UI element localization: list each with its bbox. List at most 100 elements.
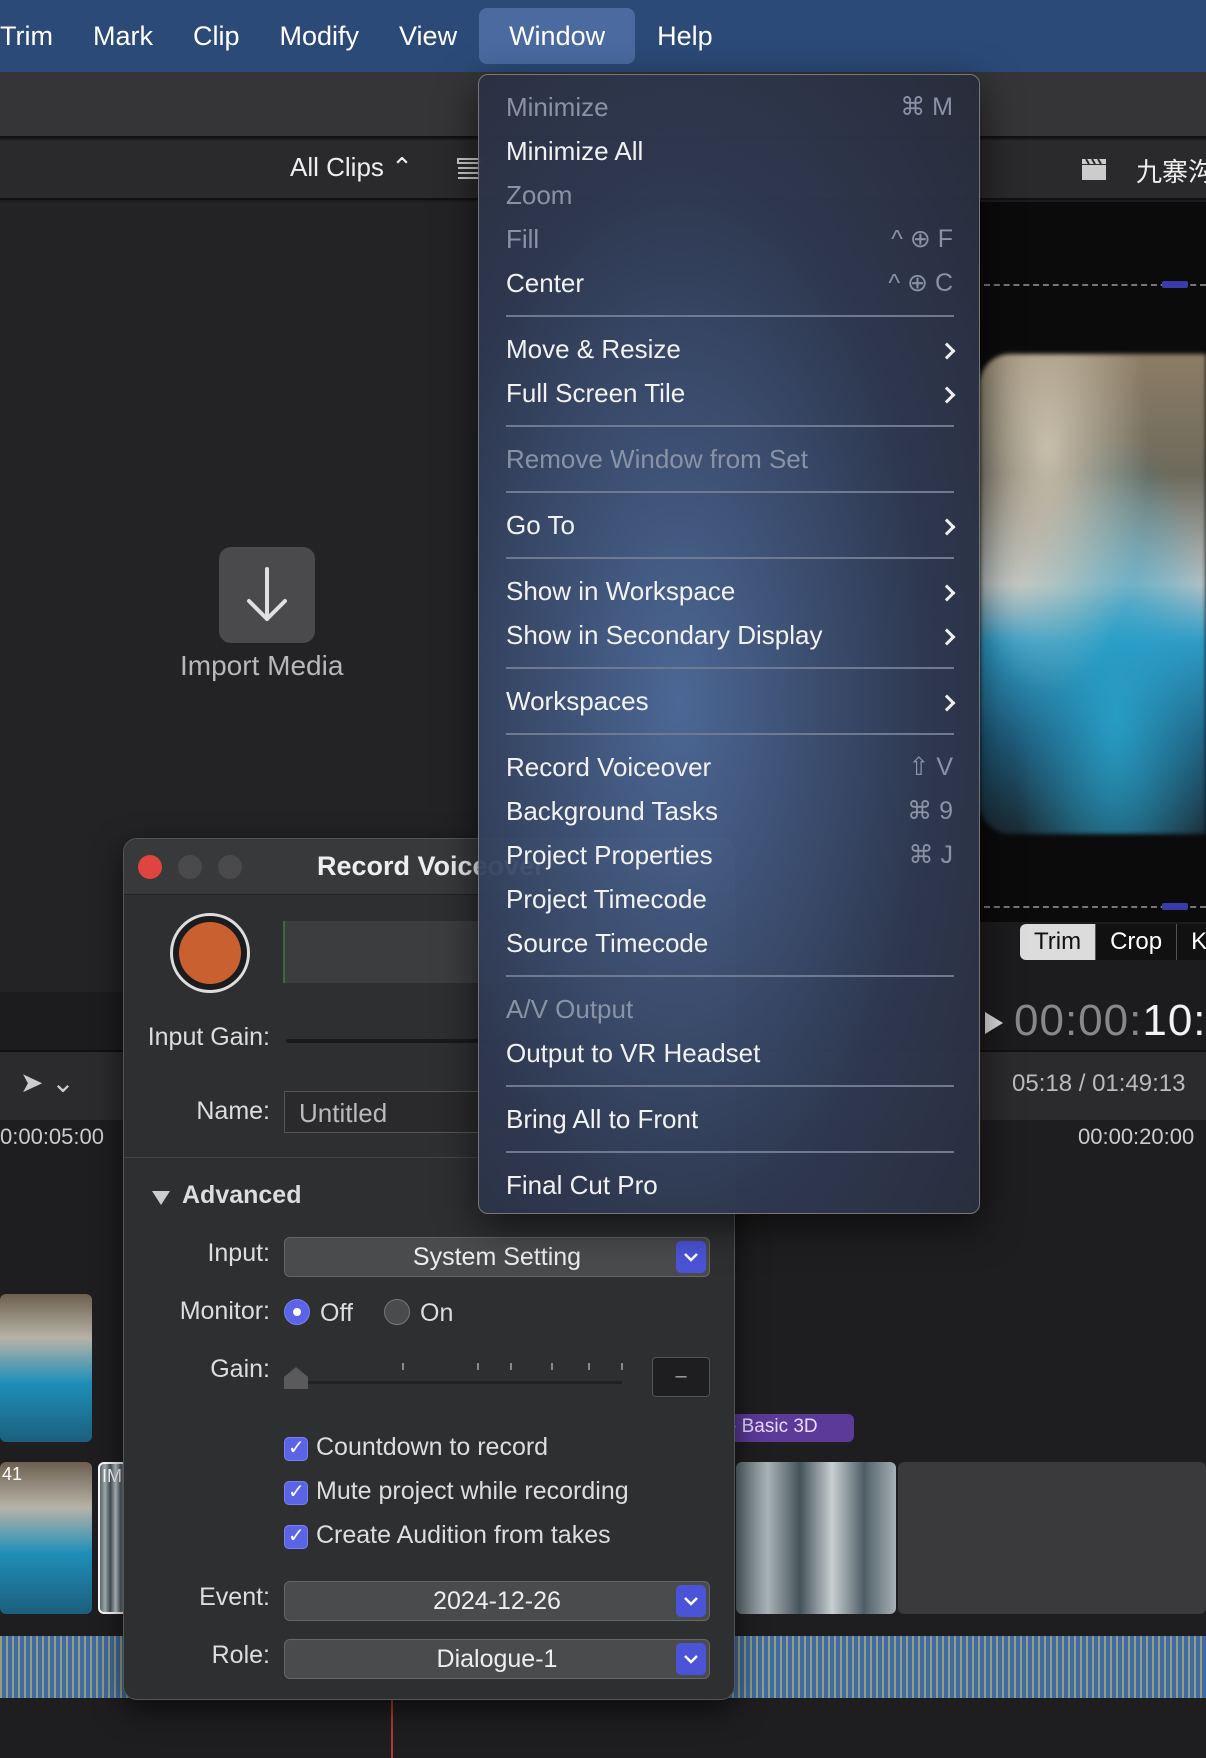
viewer-handle-bottom[interactable] [1162,903,1188,910]
import-media-label: Import Media [180,650,344,681]
menu-mark[interactable]: Mark [73,8,173,64]
effect-label: Basic 3D [741,1416,818,1437]
menu-item-project-properties[interactable]: Project Properties [506,840,713,871]
menu-separator [506,975,954,977]
create-audition-checkbox[interactable] [284,1523,308,1549]
gain-value-field[interactable]: – [652,1357,710,1397]
advanced-toggle[interactable]: Advanced [182,1181,301,1210]
menu-item-workspaces[interactable]: Workspaces [506,686,649,717]
slider-tick [477,1363,479,1370]
mute-project-checkbox[interactable] [284,1479,308,1505]
menu-item-minimize-all[interactable]: Minimize All [506,136,643,167]
ruler-label-right: 00:00:20:00 [1078,1124,1195,1149]
minimize-icon[interactable] [178,855,202,879]
menu-item-go-to[interactable]: Go To [506,510,575,541]
event-label: Event: [199,1583,270,1611]
submenu-chevron-icon [938,628,956,646]
role-select-value: Dialogue-1 [436,1645,558,1673]
zoom-icon[interactable] [218,855,242,879]
slider-tick [510,1363,512,1370]
menu-help[interactable]: Help [637,8,733,64]
select-tool-icon[interactable]: ➤ ⌄ [20,1066,75,1099]
event-select-value: 2024-12-26 [433,1587,561,1615]
menu-separator [506,491,954,493]
input-select[interactable]: System Setting [284,1237,710,1277]
shortcut-minimize: ⌘ M [900,93,953,121]
menu-item-project-timecode[interactable]: Project Timecode [506,884,707,915]
menu-item-show-in-workspace[interactable]: Show in Workspace [506,576,735,607]
monitor-off-radio[interactable] [284,1299,310,1325]
menu-item-fill[interactable]: Fill [506,224,539,255]
menu-separator [506,667,954,669]
input-select-value: System Setting [412,1243,582,1271]
timeline-clip[interactable]: 41 [0,1462,92,1614]
menu-item-background-tasks[interactable]: Background Tasks [506,796,718,827]
window-menu: Minimize ⌘ M Minimize All Zoom Fill ^ ⊕ … [478,74,980,1214]
clip-label: IM [102,1466,122,1486]
submenu-chevron-icon [938,386,956,404]
close-icon[interactable] [138,855,162,879]
menu-separator [506,425,954,427]
menu-separator [506,1085,954,1087]
clip-filter-popup[interactable]: All Clips ⌃ [290,152,413,183]
monitor-on-label: On [420,1299,454,1327]
menu-item-output-to-vr-headset[interactable]: Output to VR Headset [506,1038,760,1069]
monitor-off-label: Off [320,1299,353,1327]
crop-mode-button[interactable]: Crop [1096,924,1178,960]
countdown-label: Countdown to record [316,1433,549,1461]
menu-item-remove-window-from-set[interactable]: Remove Window from Set [506,444,808,475]
menu-item-full-screen-tile[interactable]: Full Screen Tile [506,378,685,409]
submenu-chevron-icon [938,694,956,712]
gain-slider-thumb[interactable] [284,1367,308,1389]
menu-separator [506,733,954,735]
disclosure-triangle-icon[interactable] [152,1191,170,1205]
play-icon[interactable] [985,1012,1003,1034]
gain-slider-track[interactable] [284,1381,622,1384]
timeline-clip[interactable] [736,1462,896,1614]
effect-badge[interactable]: › Basic 3D [720,1414,854,1442]
timeline-duration: 05:18 / 01:49:13 [1012,1070,1186,1097]
viewer-handle-top[interactable] [1162,281,1188,288]
transform-mode-control: Trim Crop K [1020,924,1206,960]
menu-item-final-cut-pro[interactable]: Final Cut Pro [506,1170,658,1201]
menu-item-av-output[interactable]: A/V Output [506,994,633,1025]
shortcut-fill: ^ ⊕ F [891,225,953,253]
playhead[interactable] [391,1698,393,1758]
menu-item-bring-all-to-front[interactable]: Bring All to Front [506,1104,698,1135]
submenu-chevron-icon [938,342,956,360]
menu-modify[interactable]: Modify [260,8,380,64]
role-select[interactable]: Dialogue-1 [284,1639,710,1679]
menu-item-show-in-secondary-display[interactable]: Show in Secondary Display [506,620,823,651]
input-gain-label: Input Gain: [147,1023,270,1051]
menu-item-source-timecode[interactable]: Source Timecode [506,928,708,959]
slider-tick [551,1363,553,1370]
timeline-clip[interactable] [0,1294,92,1442]
menu-item-zoom[interactable]: Zoom [506,180,572,211]
ken-burns-mode-button[interactable]: K [1177,924,1206,960]
role-label: Role: [211,1641,270,1669]
import-media-button[interactable] [219,547,315,643]
menu-item-record-voiceover[interactable]: Record Voiceover [506,752,711,783]
menu-item-minimize[interactable]: Minimize [506,92,609,123]
menu-trim[interactable]: Trim [0,8,73,64]
record-icon [179,922,241,984]
record-button[interactable] [170,913,250,993]
menu-item-move-resize[interactable]: Move & Resize [506,334,681,365]
timecode-bright: 10: [1142,996,1206,1045]
clapperboard-icon[interactable] [1080,156,1108,182]
chevron-down-icon [676,1585,706,1617]
timecode-display: 00:00:10: [1014,996,1206,1046]
event-select[interactable]: 2024-12-26 [284,1581,710,1621]
menu-bar: Trim Mark Clip Modify View Window Help [0,0,1206,72]
clip-label: 41 [2,1464,23,1484]
monitor-on-radio[interactable] [384,1299,410,1325]
timeline-gap-clip[interactable] [898,1462,1206,1614]
trim-mode-button[interactable]: Trim [1020,924,1097,960]
menu-window[interactable]: Window [479,8,636,64]
countdown-checkbox[interactable] [284,1435,308,1461]
menu-view[interactable]: View [379,8,477,64]
menu-separator [506,315,954,317]
menu-item-center[interactable]: Center [506,268,584,299]
shortcut-record-voiceover: ⇧ V [908,753,953,781]
menu-clip[interactable]: Clip [173,8,260,64]
